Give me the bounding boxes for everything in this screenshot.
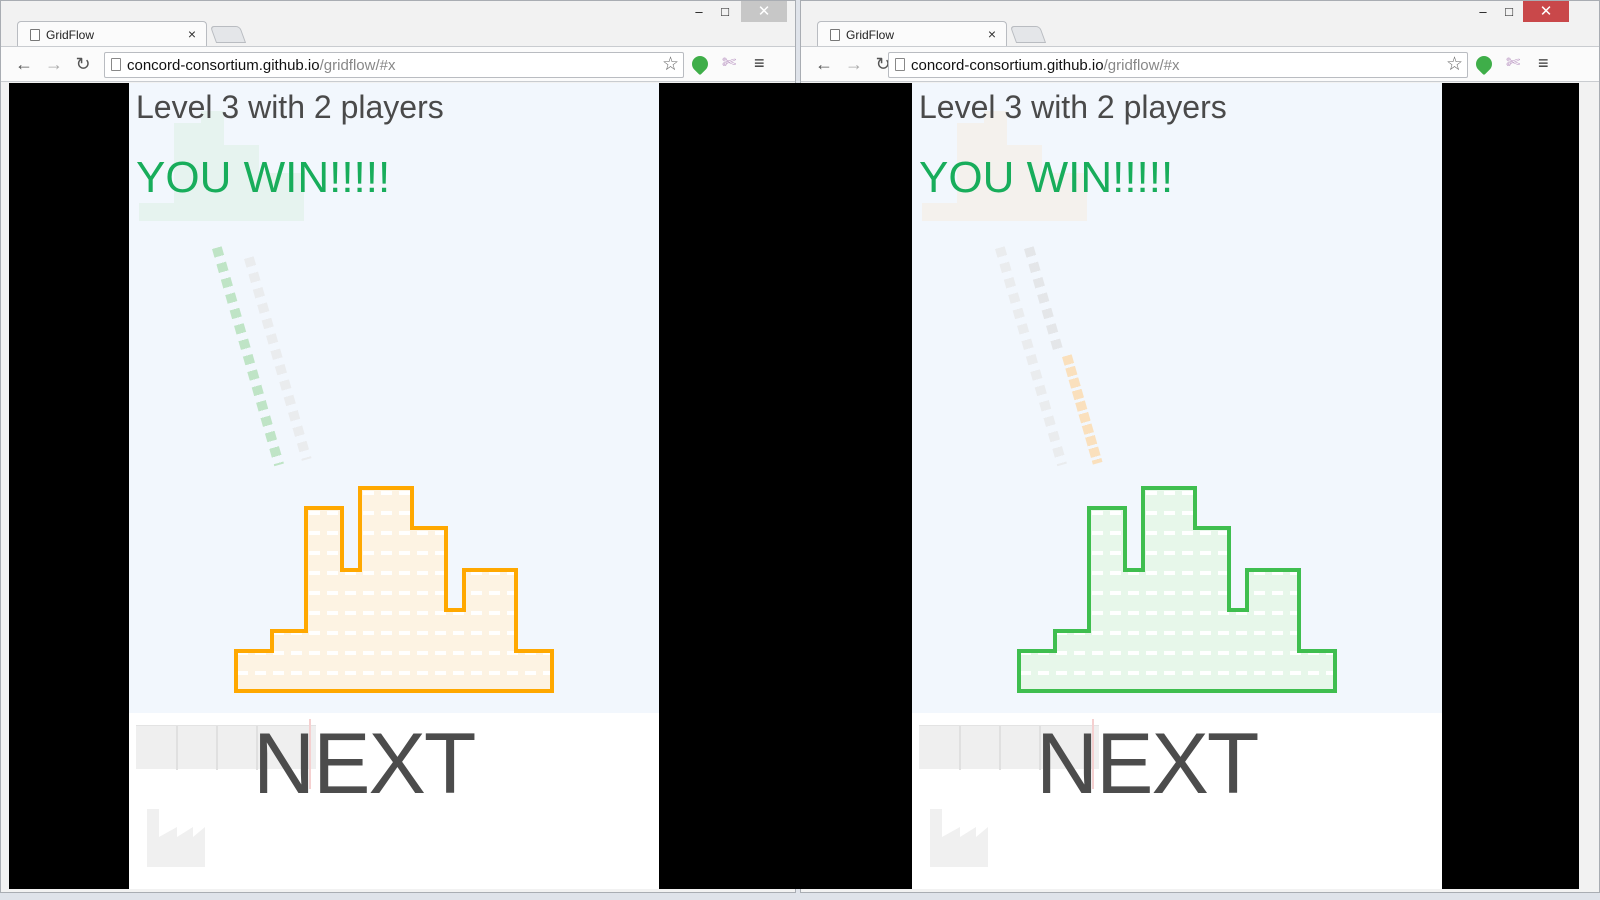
next-button[interactable]: NEXT — [1036, 715, 1259, 814]
slot-divider — [216, 726, 218, 770]
level-title: Level 3 with 2 players — [919, 89, 1227, 125]
title-bar: GridFlow × – □ ✕ — [1, 1, 795, 47]
maximize-button[interactable]: □ — [1495, 1, 1523, 22]
close-window-button[interactable]: ✕ — [741, 1, 787, 22]
win-message: YOU WIN!!!!! — [919, 153, 1174, 202]
back-button[interactable]: ← — [13, 54, 35, 75]
tab-close-icon[interactable]: × — [188, 26, 196, 42]
url-host: concord-consortium.github.io — [127, 57, 320, 74]
page-viewport: Level 3 with 2 players YOU WIN!!!!! NEXT — [9, 83, 793, 889]
extension-green-icon[interactable] — [688, 52, 712, 76]
minimize-button[interactable]: – — [1469, 1, 1497, 22]
close-window-button[interactable]: ✕ — [1523, 1, 1569, 22]
toolbar: ← → ↻ concord-consortium.github.io/gridf… — [801, 46, 1599, 82]
slot-divider — [176, 726, 178, 770]
controls-area: NEXT — [129, 713, 659, 889]
bookmark-star-icon[interactable]: ☆ — [662, 53, 679, 76]
play-area: Level 3 with 2 players YOU WIN!!!!! — [129, 83, 659, 713]
tab-gridflow[interactable]: GridFlow × — [17, 21, 207, 47]
extension-green-icon[interactable] — [1472, 52, 1496, 76]
toolbar: ← → ↻ concord-consortium.github.io/gridf… — [1, 46, 795, 82]
slot-divider — [999, 726, 1001, 770]
level-title: Level 3 with 2 players — [136, 89, 444, 125]
slot-divider — [959, 726, 961, 770]
page-icon — [895, 58, 905, 71]
player-mountain — [1017, 486, 1337, 693]
minimize-button[interactable]: – — [685, 1, 713, 22]
maximize-button[interactable]: □ — [711, 1, 739, 22]
page-viewport: Level 3 with 2 players YOU WIN!!!!! NEXT — [792, 83, 1579, 889]
forward-button[interactable]: → — [43, 54, 65, 75]
url-host: concord-consortium.github.io — [911, 57, 1104, 74]
reload-button[interactable]: ↻ — [72, 54, 94, 75]
page-icon — [111, 58, 121, 71]
forward-button[interactable]: → — [843, 54, 865, 75]
url-path: /gridflow/#x — [1103, 57, 1180, 74]
extension-pinwheel-icon[interactable]: ✄ — [722, 53, 736, 73]
player-mountain — [234, 486, 554, 693]
game-canvas: Level 3 with 2 players YOU WIN!!!!! NEXT — [129, 83, 659, 889]
win-message: YOU WIN!!!!! — [136, 153, 391, 202]
browser-window-right: GridFlow × – □ ✕ ← → ↻ concord-consortiu… — [792, 0, 1600, 893]
new-tab-button[interactable] — [209, 26, 247, 43]
browser-window-left: GridFlow × – □ ✕ ← → ↻ concord-consortiu… — [0, 0, 796, 893]
url-text: concord-consortium.github.io/gridflow/#x — [911, 57, 1179, 74]
title-bar: GridFlow × – □ ✕ — [801, 1, 1599, 47]
tab-gridflow[interactable]: GridFlow × — [817, 21, 1007, 47]
game-canvas: Level 3 with 2 players YOU WIN!!!!! NEXT — [912, 83, 1442, 889]
url-path: /gridflow/#x — [319, 57, 396, 74]
address-bar[interactable]: concord-consortium.github.io/gridflow/#x… — [888, 52, 1468, 78]
page-icon — [30, 29, 40, 41]
menu-icon[interactable]: ≡ — [1538, 53, 1549, 74]
factory-icon[interactable] — [147, 809, 205, 867]
tab-title: GridFlow — [846, 28, 895, 42]
new-tab-button[interactable] — [1009, 26, 1047, 43]
tab-title: GridFlow — [46, 28, 95, 42]
url-text: concord-consortium.github.io/gridflow/#x — [127, 57, 395, 74]
controls-area: NEXT — [912, 713, 1442, 889]
page-icon — [830, 29, 840, 41]
bookmark-star-icon[interactable]: ☆ — [1446, 53, 1463, 76]
tab-close-icon[interactable]: × — [988, 26, 996, 42]
back-button[interactable]: ← — [813, 54, 835, 75]
next-button[interactable]: NEXT — [253, 715, 476, 814]
play-area: Level 3 with 2 players YOU WIN!!!!! — [912, 83, 1442, 713]
address-bar[interactable]: concord-consortium.github.io/gridflow/#x… — [104, 52, 684, 78]
extension-pinwheel-icon[interactable]: ✄ — [1506, 53, 1520, 73]
factory-icon[interactable] — [930, 809, 988, 867]
menu-icon[interactable]: ≡ — [754, 53, 765, 74]
